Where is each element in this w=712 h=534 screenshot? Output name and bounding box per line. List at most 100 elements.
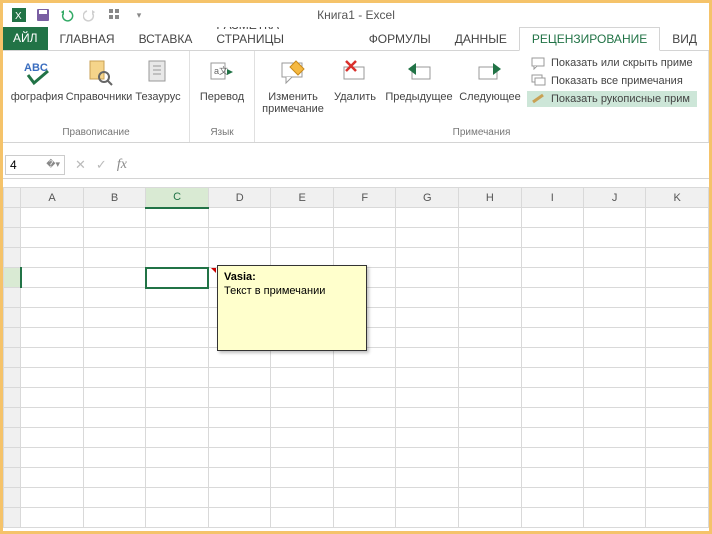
cell-D12[interactable] bbox=[208, 428, 271, 448]
row-header-14[interactable] bbox=[4, 468, 21, 488]
cell-I1[interactable] bbox=[521, 208, 583, 228]
cell-J12[interactable] bbox=[583, 428, 645, 448]
cell-A3[interactable] bbox=[21, 248, 84, 268]
cell-D13[interactable] bbox=[208, 448, 271, 468]
cell-A1[interactable] bbox=[21, 208, 84, 228]
col-header-F[interactable]: F bbox=[333, 188, 396, 208]
cancel-icon[interactable]: ✕ bbox=[75, 157, 86, 173]
cell-A8[interactable] bbox=[21, 348, 84, 368]
cell-D2[interactable] bbox=[208, 228, 271, 248]
cell-A7[interactable] bbox=[21, 328, 84, 348]
cell-J8[interactable] bbox=[583, 348, 645, 368]
worksheet-grid[interactable]: ABCDEFGHIJK Vasia: Текст в примечании bbox=[3, 187, 709, 531]
cell-C5[interactable] bbox=[146, 288, 209, 308]
col-header-J[interactable]: J bbox=[583, 188, 645, 208]
cell-I9[interactable] bbox=[521, 368, 583, 388]
research-button[interactable]: Справочники bbox=[69, 53, 129, 105]
tab-review[interactable]: РЕЦЕНЗИРОВАНИЕ bbox=[519, 27, 660, 51]
cell-G8[interactable] bbox=[396, 348, 459, 368]
cell-K2[interactable] bbox=[646, 228, 709, 248]
col-header-K[interactable]: K bbox=[646, 188, 709, 208]
cell-H10[interactable] bbox=[459, 388, 522, 408]
cell-G6[interactable] bbox=[396, 308, 459, 328]
cell-C2[interactable] bbox=[146, 228, 209, 248]
cell-J2[interactable] bbox=[583, 228, 645, 248]
cell-F14[interactable] bbox=[333, 468, 396, 488]
cell-B13[interactable] bbox=[83, 448, 146, 468]
row-header-4[interactable] bbox=[4, 268, 21, 288]
show-hide-comment-button[interactable]: Показать или скрыть приме bbox=[527, 55, 697, 71]
cell-A4[interactable] bbox=[21, 268, 84, 288]
cell-E9[interactable] bbox=[271, 368, 334, 388]
cell-K5[interactable] bbox=[646, 288, 709, 308]
cell-D10[interactable] bbox=[208, 388, 271, 408]
cell-G15[interactable] bbox=[396, 488, 459, 508]
row-header-15[interactable] bbox=[4, 488, 21, 508]
cell-E11[interactable] bbox=[271, 408, 334, 428]
cell-K3[interactable] bbox=[646, 248, 709, 268]
cell-I14[interactable] bbox=[521, 468, 583, 488]
cell-A12[interactable] bbox=[21, 428, 84, 448]
cell-E13[interactable] bbox=[271, 448, 334, 468]
edit-comment-button[interactable]: Изменить примечание bbox=[259, 53, 327, 117]
cell-A13[interactable] bbox=[21, 448, 84, 468]
tab-home[interactable]: ГЛАВНАЯ bbox=[48, 28, 127, 50]
row-header-6[interactable] bbox=[4, 308, 21, 328]
cell-K11[interactable] bbox=[646, 408, 709, 428]
show-ink-button[interactable]: Показать рукописные прим bbox=[527, 91, 697, 107]
cell-G4[interactable] bbox=[396, 268, 459, 288]
cell-H16[interactable] bbox=[459, 508, 522, 528]
cell-B7[interactable] bbox=[83, 328, 146, 348]
cell-C10[interactable] bbox=[146, 388, 209, 408]
cell-K10[interactable] bbox=[646, 388, 709, 408]
col-header-E[interactable]: E bbox=[271, 188, 334, 208]
tab-data[interactable]: ДАННЫЕ bbox=[443, 28, 519, 50]
cell-J16[interactable] bbox=[583, 508, 645, 528]
cell-F16[interactable] bbox=[333, 508, 396, 528]
cell-H14[interactable] bbox=[459, 468, 522, 488]
cell-K13[interactable] bbox=[646, 448, 709, 468]
cell-I12[interactable] bbox=[521, 428, 583, 448]
row-header-8[interactable] bbox=[4, 348, 21, 368]
cell-J3[interactable] bbox=[583, 248, 645, 268]
cell-B1[interactable] bbox=[83, 208, 146, 228]
select-all-corner[interactable] bbox=[4, 188, 21, 208]
cell-E12[interactable] bbox=[271, 428, 334, 448]
row-header-10[interactable] bbox=[4, 388, 21, 408]
save-icon[interactable] bbox=[33, 5, 53, 25]
cell-B3[interactable] bbox=[83, 248, 146, 268]
cell-H4[interactable] bbox=[459, 268, 522, 288]
cell-A16[interactable] bbox=[21, 508, 84, 528]
cell-F9[interactable] bbox=[333, 368, 396, 388]
cell-B16[interactable] bbox=[83, 508, 146, 528]
cell-G2[interactable] bbox=[396, 228, 459, 248]
cell-H8[interactable] bbox=[459, 348, 522, 368]
cell-H3[interactable] bbox=[459, 248, 522, 268]
cell-C11[interactable] bbox=[146, 408, 209, 428]
cell-D1[interactable] bbox=[208, 208, 271, 228]
cell-F10[interactable] bbox=[333, 388, 396, 408]
cell-J11[interactable] bbox=[583, 408, 645, 428]
cell-J15[interactable] bbox=[583, 488, 645, 508]
cell-J6[interactable] bbox=[583, 308, 645, 328]
tab-file[interactable]: АЙЛ bbox=[3, 26, 48, 50]
cell-G5[interactable] bbox=[396, 288, 459, 308]
cell-A11[interactable] bbox=[21, 408, 84, 428]
cell-E10[interactable] bbox=[271, 388, 334, 408]
cell-C13[interactable] bbox=[146, 448, 209, 468]
cell-C4[interactable] bbox=[146, 268, 209, 288]
row-header-12[interactable] bbox=[4, 428, 21, 448]
cell-B9[interactable] bbox=[83, 368, 146, 388]
cell-K7[interactable] bbox=[646, 328, 709, 348]
cell-B4[interactable] bbox=[83, 268, 146, 288]
cell-C3[interactable] bbox=[146, 248, 209, 268]
row-header-11[interactable] bbox=[4, 408, 21, 428]
spelling-button[interactable]: ABC фография bbox=[7, 53, 67, 105]
cell-J1[interactable] bbox=[583, 208, 645, 228]
cell-C6[interactable] bbox=[146, 308, 209, 328]
cell-H12[interactable] bbox=[459, 428, 522, 448]
row-header-1[interactable] bbox=[4, 208, 21, 228]
cell-B11[interactable] bbox=[83, 408, 146, 428]
cell-G10[interactable] bbox=[396, 388, 459, 408]
cell-B6[interactable] bbox=[83, 308, 146, 328]
